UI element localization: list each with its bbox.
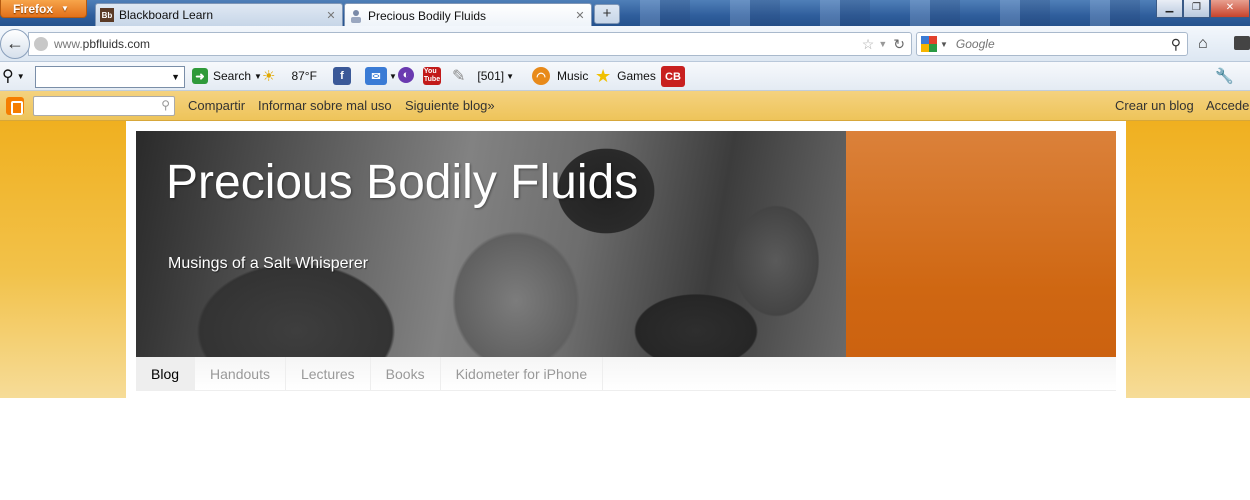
engine-dropdown-icon[interactable]: ▼	[940, 40, 948, 49]
blog-title[interactable]: Precious Bodily Fluids	[166, 155, 638, 210]
tab-title: Precious Bodily Fluids	[368, 8, 487, 23]
tab-blackboard[interactable]: Bb Blackboard Learn ✕	[95, 3, 343, 26]
tab-handouts[interactable]: Handouts	[195, 357, 286, 391]
url-bar[interactable]: www.pbfluids.com ☆ ▼ ↻	[28, 32, 912, 56]
search-icon[interactable]: ⚲	[1171, 36, 1181, 53]
bookmarks-icon[interactable]	[1234, 36, 1250, 50]
tab-books[interactable]: Books	[371, 357, 441, 391]
tab-lectures[interactable]: Lectures	[286, 357, 371, 391]
star-icon: ★	[595, 65, 612, 86]
chevron-down-icon: ▼	[254, 71, 262, 81]
search-bar[interactable]: ▼ ⚲	[916, 32, 1188, 56]
blog-header: Precious Bodily Fluids Musings of a Salt…	[136, 131, 1116, 357]
history-dropdown-icon[interactable]: ▼	[878, 39, 887, 49]
search-icon[interactable]: ⚲	[161, 98, 170, 112]
blogger-logo-icon[interactable]	[6, 97, 24, 115]
blogger-search-input[interactable]: ⚲	[33, 96, 175, 116]
tab-title: Blackboard Learn	[119, 8, 214, 22]
next-blog-link[interactable]: Siguiente blog»	[405, 98, 495, 113]
chevron-down-icon: ▼	[171, 72, 180, 82]
chevron-down-icon: ▼	[389, 71, 397, 81]
reload-icon[interactable]: ↻	[893, 36, 905, 53]
chevron-down-icon: ▼	[506, 71, 515, 81]
counter-value: [501]	[477, 69, 505, 83]
url-host: pbfluids.com	[82, 37, 151, 51]
page-tabs: Blog Handouts Lectures Books Kidometer f…	[136, 357, 1116, 391]
search-input[interactable]	[955, 37, 1171, 51]
mail-button[interactable]: ✉ ▼	[365, 66, 397, 86]
window-background	[600, 0, 1160, 26]
create-blog-link[interactable]: Crear un blog	[1115, 98, 1194, 113]
counter-button[interactable]: ✎ [501] ▼	[452, 66, 514, 86]
url-text[interactable]: www.pbfluids.com	[54, 37, 862, 51]
go-arrow-icon: ➜	[192, 68, 208, 84]
music-label: Music	[557, 69, 589, 83]
close-icon[interactable]: ✕	[573, 9, 587, 22]
blackboard-favicon-icon: Bb	[100, 8, 114, 22]
home-icon[interactable]: ⌂	[1198, 35, 1208, 53]
minimize-icon[interactable]: ▁	[1156, 0, 1183, 18]
addon-toolbar: ⚲ ▼ ▼ ➜ Search ▼ ☀ 87°F f ✉ ▼ ◐ You Tube ✎…	[0, 62, 1250, 91]
person-icon	[349, 9, 363, 23]
games-label: Games	[617, 69, 656, 83]
google-icon[interactable]	[921, 36, 937, 52]
back-button[interactable]: ←	[0, 29, 30, 59]
back-arrow-icon: ←	[6, 33, 24, 53]
blogger-navbar: ⚲ Compartir Informar sobre mal uso Sigui…	[0, 91, 1250, 121]
navigation-bar: www.pbfluids.com ☆ ▼ ↻ ← ▼ ⚲ ⌂	[0, 26, 1250, 62]
window-controls: ▁ ❐ ✕	[1156, 0, 1250, 18]
url-prefix: www.	[54, 37, 83, 51]
tab-strip: Firefox ▼ Bb Blackboard Learn ✕ Precious…	[0, 0, 1250, 26]
notes-icon: ✎	[452, 68, 466, 85]
chevron-down-icon: ▼	[61, 4, 69, 13]
site-identity-icon[interactable]	[34, 37, 48, 51]
games-button[interactable]: ★ Games	[595, 66, 656, 86]
weather-widget[interactable]: ☀ 87°F	[262, 66, 317, 86]
facebook-icon[interactable]: f	[333, 67, 351, 85]
new-tab-button[interactable]: +	[594, 4, 620, 24]
toolbar-search-combo[interactable]: ▼	[35, 66, 185, 88]
youtube-icon[interactable]: You Tube	[423, 67, 441, 85]
music-button[interactable]: ◠ Music	[532, 66, 588, 86]
wrench-icon[interactable]: 🔧	[1215, 67, 1234, 85]
messenger-icon[interactable]: ◐	[398, 67, 414, 83]
bookmark-star-icon[interactable]: ☆	[862, 36, 875, 53]
cb-icon[interactable]: CB	[661, 66, 685, 87]
close-icon[interactable]: ✕	[324, 9, 338, 22]
mail-icon: ✉	[365, 67, 387, 85]
header-orange-panel	[846, 131, 1116, 357]
tab-precious-bodily-fluids[interactable]: Precious Bodily Fluids ✕	[344, 3, 592, 26]
music-icon: ◠	[532, 67, 550, 85]
sun-icon: ☀	[262, 68, 276, 85]
toolbar-search-button[interactable]: ➜ Search ▼	[192, 66, 262, 86]
close-window-icon[interactable]: ✕	[1210, 0, 1250, 18]
report-abuse-link[interactable]: Informar sobre mal uso	[258, 98, 392, 113]
search-icon[interactable]: ⚲ ▼	[2, 66, 25, 86]
blog-description: Musings of a Salt Whisperer	[168, 255, 369, 272]
restore-icon[interactable]: ❐	[1183, 0, 1210, 18]
tab-kidometer[interactable]: Kidometer for iPhone	[441, 357, 604, 391]
share-link[interactable]: Compartir	[188, 98, 245, 113]
blog-content: Precious Bodily Fluids Musings of a Salt…	[126, 121, 1126, 398]
weather-temperature: 87°F	[291, 69, 317, 83]
firefox-menu-button[interactable]: Firefox ▼	[0, 0, 87, 18]
tab-blog[interactable]: Blog	[136, 357, 196, 391]
firefox-menu-label: Firefox	[13, 1, 54, 16]
toolbar-search-label: Search	[213, 69, 252, 83]
sign-in-link[interactable]: Acceder	[1206, 98, 1250, 113]
